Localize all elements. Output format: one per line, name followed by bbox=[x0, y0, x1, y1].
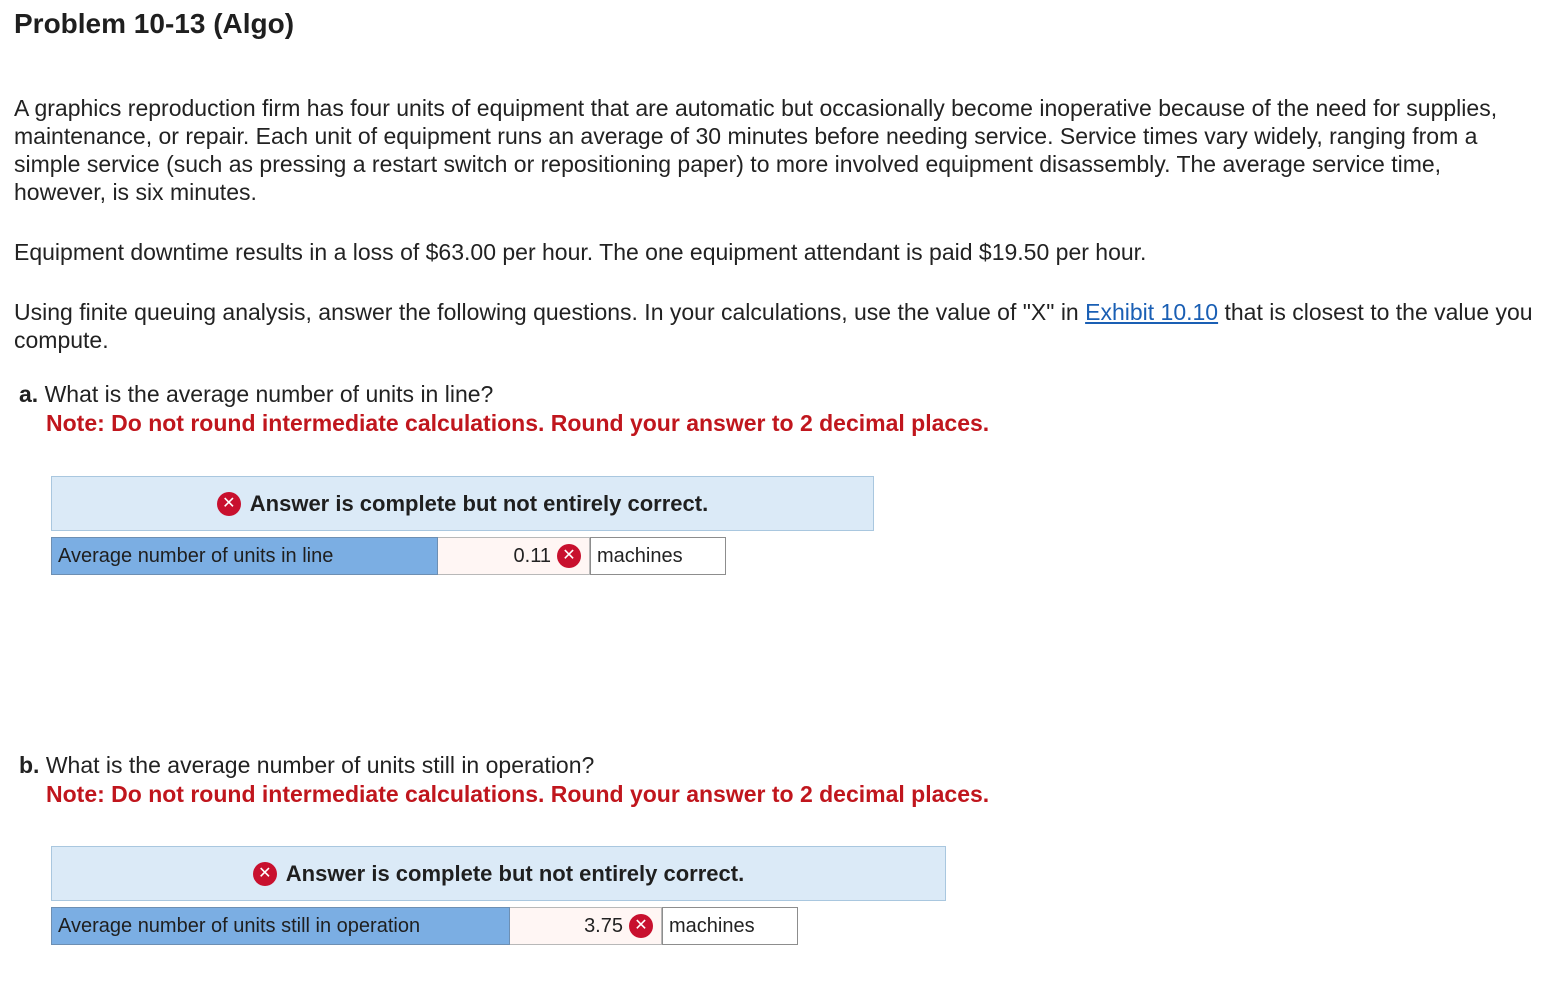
answer-unit-a: machines bbox=[590, 537, 726, 575]
answer-unit-b: machines bbox=[662, 907, 798, 945]
x-circle-icon: ✕ bbox=[629, 914, 653, 938]
exhibit-link[interactable]: Exhibit 10.10 bbox=[1085, 299, 1218, 325]
answer-status-text-b: Answer is complete but not entirely corr… bbox=[285, 860, 745, 886]
answer-label-b: Average number of units still in operati… bbox=[51, 907, 510, 945]
answer-input-a[interactable]: 0.11 ✕ bbox=[438, 537, 590, 575]
answer-input-b[interactable]: 3.75 ✕ bbox=[510, 907, 662, 945]
answer-label-a: Average number of units in line bbox=[51, 537, 438, 575]
question-a-text: What is the average number of units in l… bbox=[38, 381, 494, 407]
problem-costs: Equipment downtime results in a loss of … bbox=[14, 239, 1147, 265]
problem-page: Problem 10-13 (Algo) A graphics reproduc… bbox=[0, 0, 1560, 992]
problem-instructions: Using finite queuing analysis, answer th… bbox=[14, 298, 1539, 354]
answer-value-a: 0.11 bbox=[513, 544, 551, 567]
x-circle-icon: ✕ bbox=[557, 544, 581, 568]
question-a-note: Note: Do not round intermediate calculat… bbox=[46, 410, 990, 436]
question-b-label: b. bbox=[19, 752, 40, 778]
answer-status-banner-a: ✕ Answer is complete but not entirely co… bbox=[51, 476, 874, 531]
page-title: Problem 10-13 (Algo) bbox=[14, 8, 295, 39]
problem-intro: A graphics reproduction firm has four un… bbox=[14, 95, 1498, 205]
x-circle-icon: ✕ bbox=[216, 491, 241, 516]
question-b-note: Note: Do not round intermediate calculat… bbox=[46, 781, 990, 807]
answer-status-banner-b: ✕ Answer is complete but not entirely co… bbox=[51, 846, 946, 901]
question-b: b. What is the average number of units s… bbox=[19, 751, 989, 809]
answer-row-b: Average number of units still in operati… bbox=[51, 907, 798, 945]
instructions-text-before: Using finite queuing analysis, answer th… bbox=[14, 299, 1086, 325]
question-b-text: What is the average number of units stil… bbox=[39, 752, 595, 778]
answer-row-a: Average number of units in line 0.11 ✕ m… bbox=[51, 537, 726, 575]
x-circle-icon: ✕ bbox=[252, 861, 277, 886]
answer-status-text-a: Answer is complete but not entirely corr… bbox=[249, 490, 709, 516]
answer-value-b: 3.75 bbox=[584, 914, 623, 937]
question-a: a. What is the average number of units i… bbox=[19, 380, 989, 438]
question-a-label: a. bbox=[19, 381, 39, 407]
